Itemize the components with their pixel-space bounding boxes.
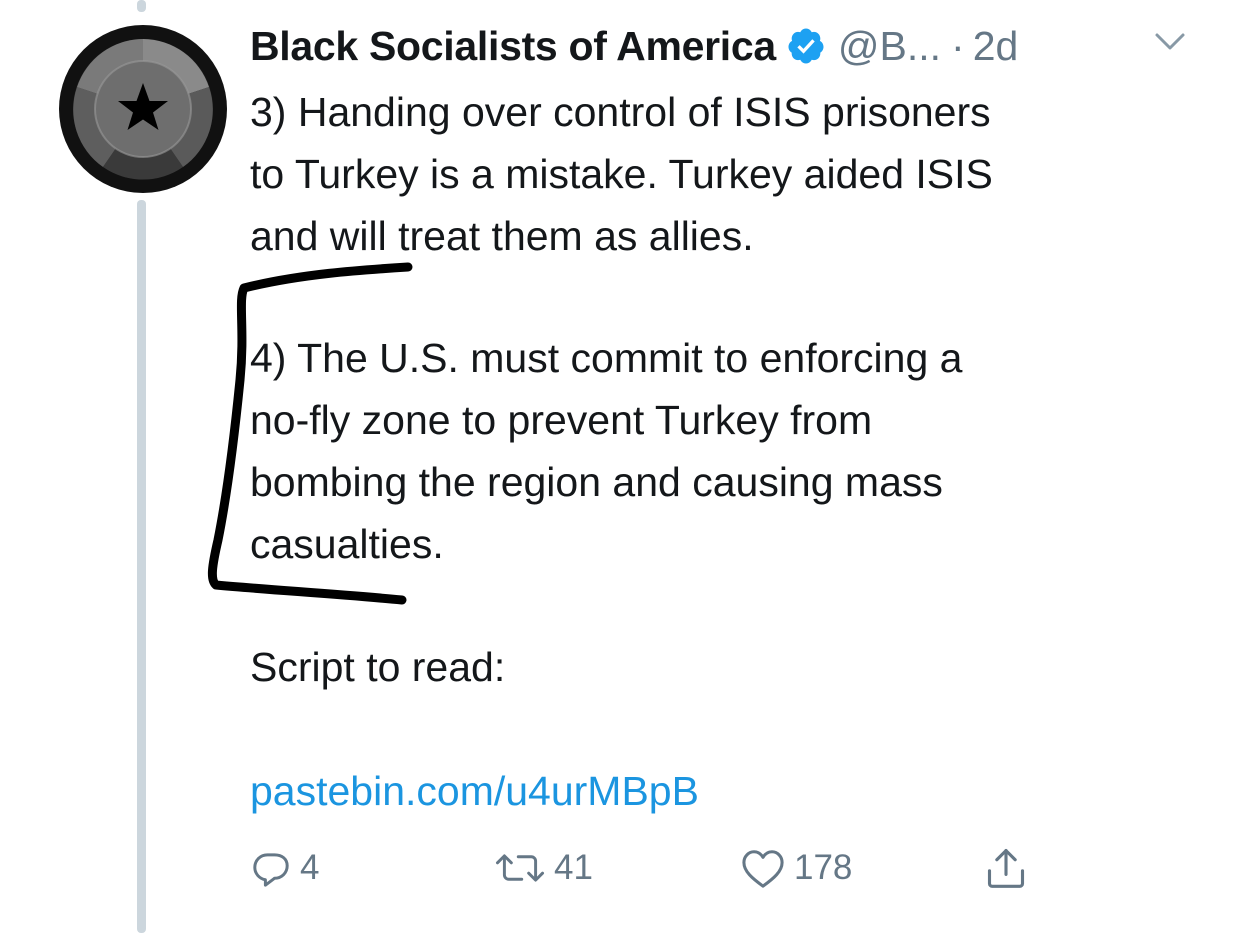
black-star-avatar-icon	[59, 25, 227, 193]
tweet-header: Black Socialists of America @B... · 2d	[250, 18, 1018, 74]
verified-badge-icon	[788, 28, 824, 64]
retweet-count: 41	[554, 848, 593, 887]
reply-count: 4	[300, 848, 320, 887]
heart-icon	[742, 850, 784, 888]
thread-connector-line	[137, 200, 146, 933]
tweet-paragraph-script: Script to read:	[250, 644, 506, 690]
thread-line-top	[137, 0, 146, 12]
tweet-actions: 4 41 178	[250, 840, 1050, 896]
display-name[interactable]: Black Socialists of America	[250, 23, 776, 70]
like-count: 178	[794, 848, 853, 887]
separator-dot: ·	[951, 22, 965, 69]
pastebin-link[interactable]: pastebin.com/u4urMBpB	[250, 760, 699, 822]
share-button[interactable]	[984, 840, 1028, 896]
share-icon	[987, 849, 1025, 888]
retweet-button[interactable]: 41	[494, 840, 593, 896]
retweet-icon	[495, 854, 545, 882]
avatar[interactable]	[59, 25, 227, 193]
tweet-paragraph-4: 4) The U.S. must commit to enforcing a n…	[250, 335, 963, 567]
chevron-down-icon[interactable]	[1153, 30, 1187, 54]
tweet-paragraph-3: 3) Handing over control of ISIS prisoner…	[250, 89, 993, 259]
reply-icon	[253, 853, 289, 887]
reply-button[interactable]: 4	[250, 840, 319, 896]
user-handle[interactable]: @B...	[838, 23, 941, 70]
like-button[interactable]: 178	[740, 840, 852, 896]
timestamp[interactable]: 2d	[973, 23, 1019, 70]
